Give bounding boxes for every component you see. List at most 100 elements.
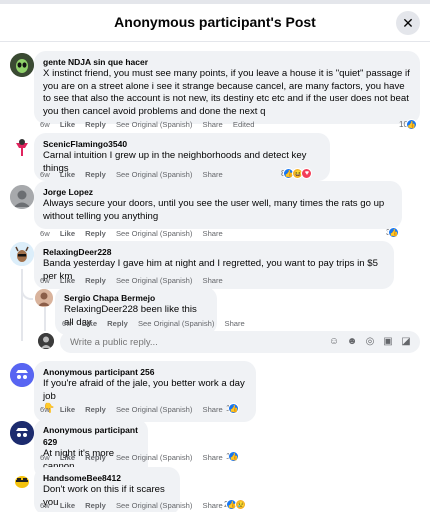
comment-time[interactable]: 6w xyxy=(40,453,50,462)
like-button[interactable]: Like xyxy=(60,276,75,285)
comment-actions: 6w Like Reply See Original (Spanish) Sha… xyxy=(40,405,231,414)
comment-time[interactable]: 6w xyxy=(40,229,50,238)
comment-actions: 6w Like Reply See Original (Spanish) Sha… xyxy=(40,453,231,462)
current-user-avatar xyxy=(38,333,54,349)
sticker-icon[interactable]: ◪ xyxy=(400,335,412,347)
comments-feed[interactable]: gente NDJA sin que hacer X instinct frie… xyxy=(0,43,430,512)
comment-author[interactable]: RelaxingDeer228 xyxy=(43,246,385,258)
comment-author[interactable]: Anonymous participant 256 xyxy=(43,366,247,378)
avatar[interactable] xyxy=(10,469,34,493)
share-button[interactable]: Share xyxy=(203,120,223,129)
emoji-icon[interactable]: ☻ xyxy=(346,335,358,347)
see-original-link[interactable]: See Original (Spanish) xyxy=(116,229,192,238)
comment-author[interactable]: Sergio Chapa Bermejo xyxy=(64,292,208,304)
reply-button[interactable]: Reply xyxy=(85,276,106,285)
comment-actions: 6w Like Reply See Original (Spanish) Sha… xyxy=(40,170,231,179)
reply-box[interactable]: ☺ ☻ ◎ ▣ ◪ xyxy=(60,331,420,353)
reply-tools: ☺ ☻ ◎ ▣ ◪ xyxy=(328,335,412,347)
avatar-sticker-icon[interactable]: ☺ xyxy=(328,335,340,347)
comment-author[interactable]: Anonymous participant 629 xyxy=(43,424,139,448)
see-original-link[interactable]: See Original (Spanish) xyxy=(116,405,192,414)
like-button[interactable]: Like xyxy=(60,501,75,510)
comment-time[interactable]: 6w xyxy=(40,501,50,510)
like-button[interactable]: Like xyxy=(60,453,75,462)
like-button[interactable]: Like xyxy=(60,120,75,129)
like-button[interactable]: Like xyxy=(60,229,75,238)
avatar-photo-icon xyxy=(35,289,53,307)
reply-button[interactable]: Reply xyxy=(85,170,106,179)
avatar-bee-icon xyxy=(10,469,34,493)
reaction-summary[interactable]: 3 👍 xyxy=(386,227,400,238)
avatar[interactable] xyxy=(10,363,34,387)
comment-time[interactable]: 6w xyxy=(40,170,50,179)
reaction-summary[interactable]: 1 👍 xyxy=(226,403,240,414)
share-button[interactable]: Share xyxy=(203,229,223,238)
comment-text: Always secure your doors, until you see … xyxy=(43,198,385,222)
edited-label: Edited xyxy=(232,120,255,129)
see-original-link[interactable]: See Original (Spanish) xyxy=(138,319,214,328)
reaction-summary[interactable]: 8 👍 😆 ♥ xyxy=(281,168,313,179)
avatar[interactable] xyxy=(10,53,34,77)
see-original-link[interactable]: See Original (Spanish) xyxy=(116,501,192,510)
reply-button[interactable]: Reply xyxy=(85,453,106,462)
see-original-link[interactable]: See Original (Spanish) xyxy=(116,120,192,129)
page-title: Anonymous participant's Post xyxy=(114,14,316,30)
like-reaction-icon: 👍 xyxy=(228,403,240,414)
anonymous-icon xyxy=(10,421,34,445)
see-original-link[interactable]: See Original (Spanish) xyxy=(116,276,192,285)
like-button[interactable]: Like xyxy=(60,170,75,179)
reply-input[interactable] xyxy=(70,331,330,353)
avatar[interactable] xyxy=(35,289,53,307)
gif-icon[interactable]: ▣ xyxy=(382,335,394,347)
see-original-link[interactable]: See Original (Spanish) xyxy=(116,453,192,462)
avatar-flamingo-icon xyxy=(10,136,34,160)
avatar-alien-icon xyxy=(10,53,34,77)
comment-author[interactable]: ScenicFlamingo3540 xyxy=(43,138,321,150)
sad-reaction-icon: 😢 xyxy=(235,499,247,510)
share-button[interactable]: Share xyxy=(203,405,223,414)
thread-line xyxy=(21,269,23,341)
like-reaction-icon: 👍 xyxy=(388,227,400,238)
reply-button[interactable]: Reply xyxy=(85,501,106,510)
close-button[interactable]: ✕ xyxy=(396,11,420,35)
comment-actions: 6w Like Reply See Original (Spanish) Sha… xyxy=(40,120,262,129)
avatar[interactable] xyxy=(10,185,34,209)
comment-bubble: Jorge Lopez Always secure your doors, un… xyxy=(34,181,402,229)
comment-author[interactable]: HandsomeBee8412 xyxy=(43,472,171,484)
avatar[interactable] xyxy=(10,421,34,445)
like-reaction-icon: 👍 xyxy=(405,119,417,130)
share-button[interactable]: Share xyxy=(203,276,223,285)
camera-icon[interactable]: ◎ xyxy=(364,335,376,347)
comment-author[interactable]: gente NDJA sin que hacer xyxy=(43,56,411,68)
share-button[interactable]: Share xyxy=(203,453,223,462)
share-button[interactable]: Share xyxy=(203,170,223,179)
share-button[interactable]: Share xyxy=(203,501,223,510)
share-button[interactable]: Share xyxy=(225,319,245,328)
comment-author[interactable]: Jorge Lopez xyxy=(43,186,393,198)
reply-button[interactable]: Reply xyxy=(85,229,106,238)
love-reaction-icon: ♥ xyxy=(301,168,313,179)
comment-time[interactable]: 6w xyxy=(62,319,72,328)
like-button[interactable]: Like xyxy=(82,319,97,328)
comment-actions: 6w Like Reply See Original (Spanish) Sha… xyxy=(40,276,231,285)
like-reaction-icon: 👍 xyxy=(228,451,240,462)
anonymous-icon xyxy=(10,363,34,387)
comment-time[interactable]: 6w xyxy=(40,276,50,285)
reply-button[interactable]: Reply xyxy=(85,120,106,129)
comment-actions: 6w Like Reply See Original (Spanish) Sha… xyxy=(62,319,253,328)
reaction-summary[interactable]: 10 👍 xyxy=(399,119,417,130)
comment-time[interactable]: 6w xyxy=(40,405,50,414)
comment-actions: 6w Like Reply See Original (Spanish) Sha… xyxy=(40,501,231,510)
avatar[interactable] xyxy=(10,136,34,160)
comment-time[interactable]: 6w xyxy=(40,120,50,129)
avatar-photo-icon xyxy=(10,185,34,209)
reaction-summary[interactable]: 2 👍 😢 xyxy=(224,499,247,510)
reply-button[interactable]: Reply xyxy=(85,405,106,414)
reply-button[interactable]: Reply xyxy=(107,319,128,328)
avatar[interactable] xyxy=(10,242,34,266)
post-dialog-header: Anonymous participant's Post ✕ xyxy=(0,4,430,42)
reaction-summary[interactable]: 1 👍 xyxy=(226,451,240,462)
see-original-link[interactable]: See Original (Spanish) xyxy=(116,170,192,179)
like-button[interactable]: Like xyxy=(60,405,75,414)
avatar-deer-icon xyxy=(10,242,34,266)
